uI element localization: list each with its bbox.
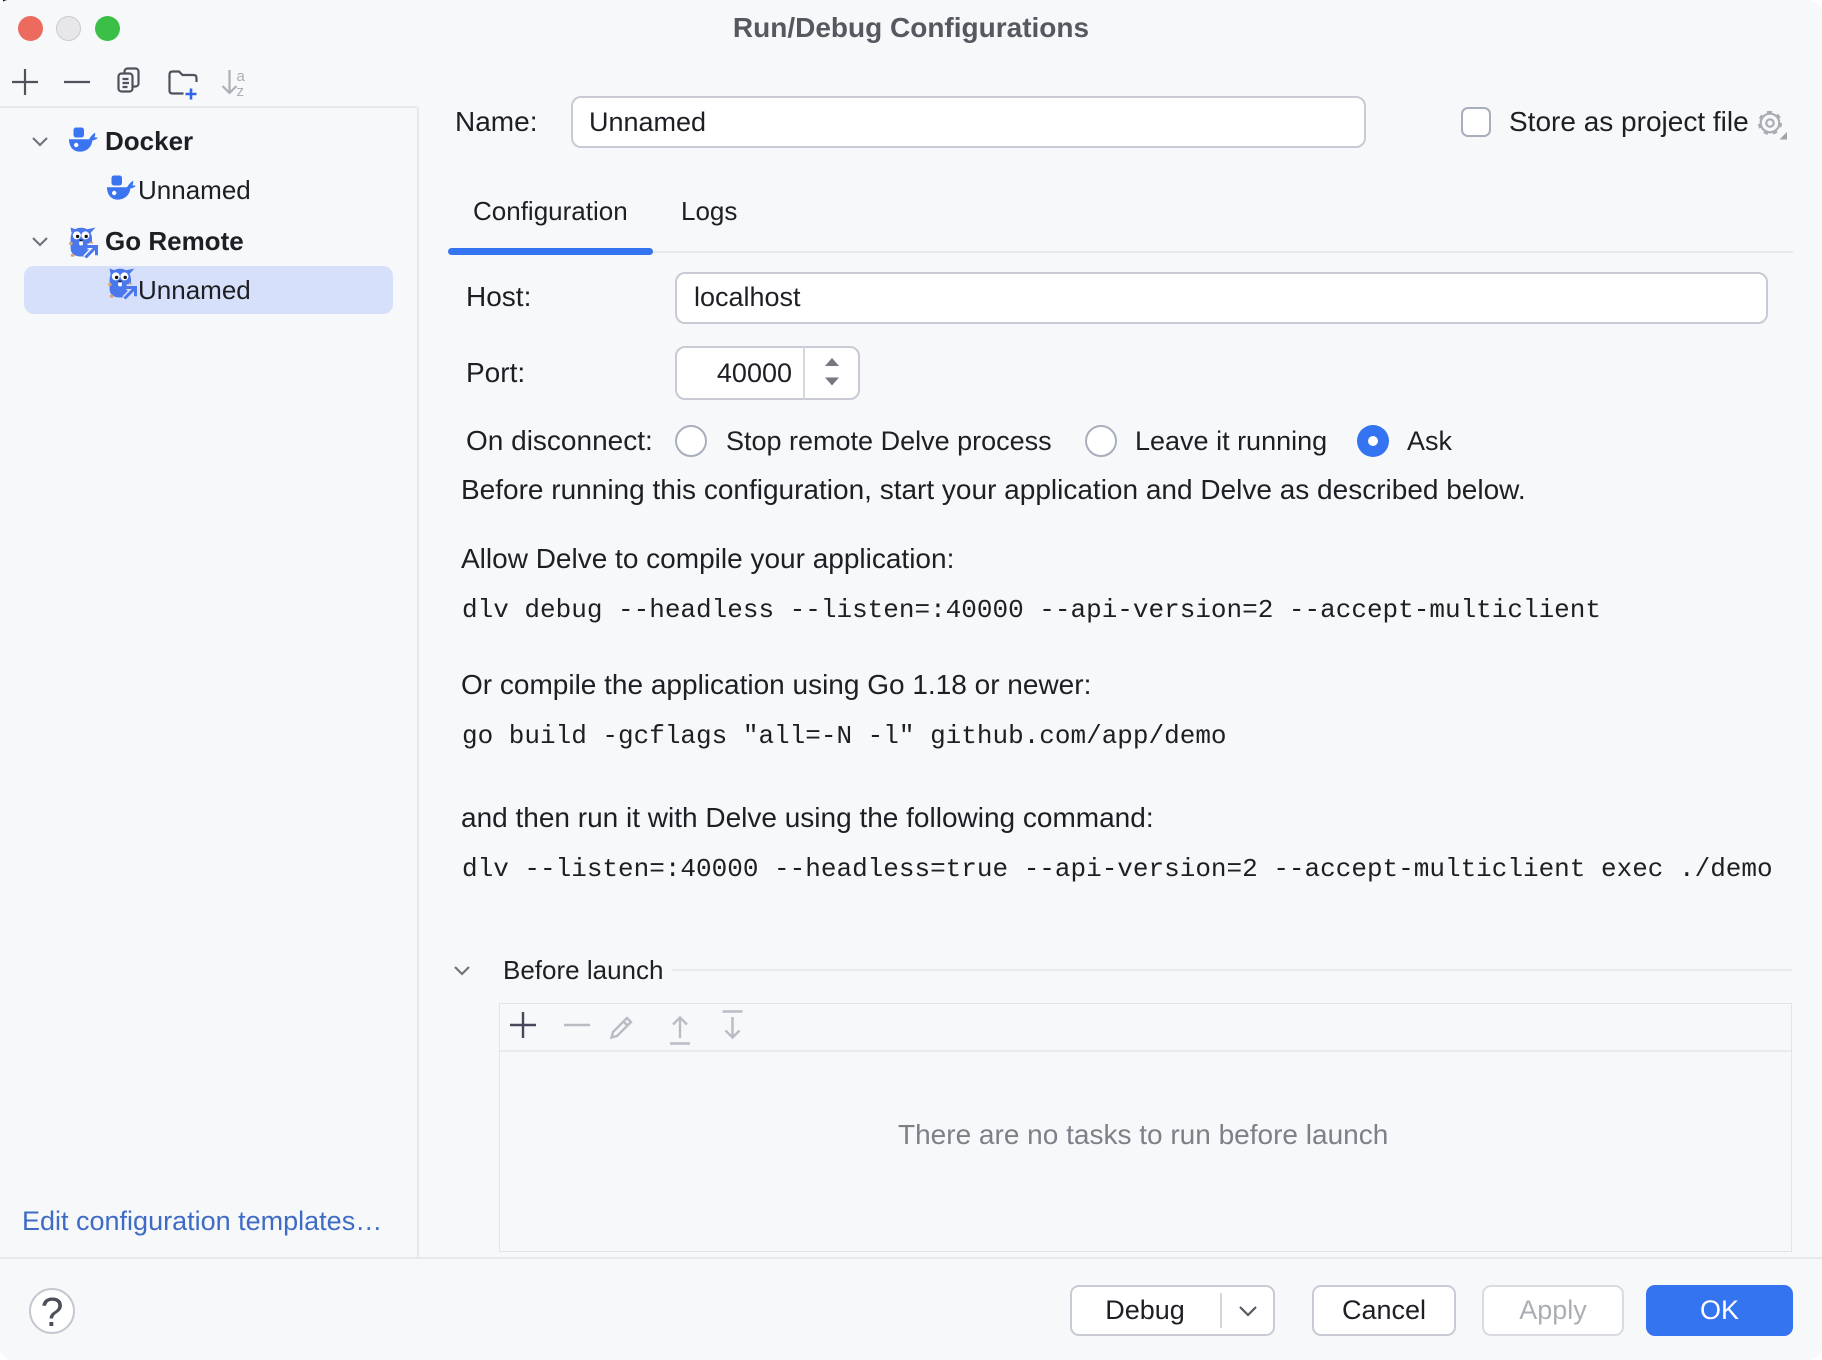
svg-text:z: z: [237, 83, 245, 100]
